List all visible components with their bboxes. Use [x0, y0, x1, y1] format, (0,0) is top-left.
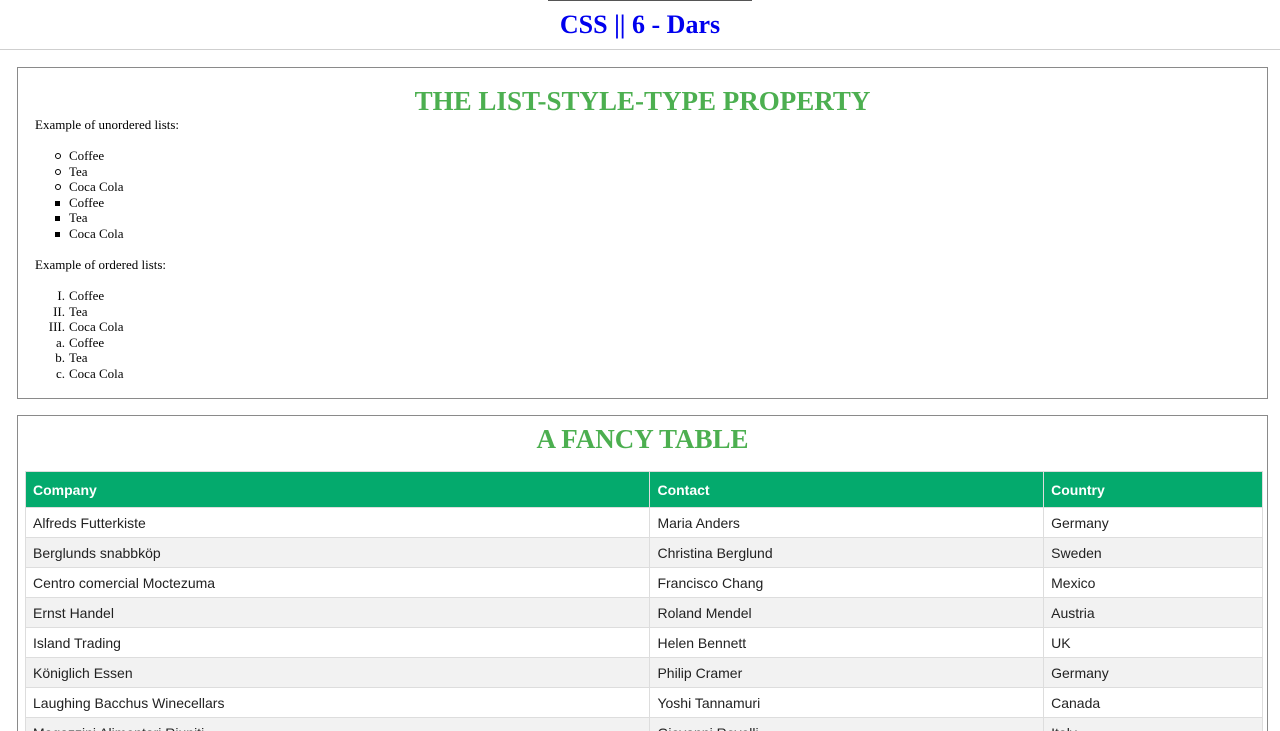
list-item-label: Tea — [69, 303, 88, 319]
ordered-lists: I. Coffee II. Tea III. Coca Cola a. Coffee b. Tea… — [18, 288, 124, 381]
table-header-row: Company Contact Country — [24, 471, 1263, 508]
list-item: Tea — [18, 164, 124, 180]
list-item: Coca Cola — [18, 179, 124, 195]
cell-country: Austria — [1043, 597, 1263, 628]
list-item: b. Tea — [18, 350, 124, 366]
list-marker: b. — [55, 350, 65, 365]
list-item-label: Coca Cola — [69, 365, 124, 381]
cell-company: Alfreds Futterkiste — [24, 507, 651, 538]
page-title: CSS || 6 - Dars — [559, 10, 721, 39]
unordered-lists: Coffee Tea Coca Cola Coffee Tea Coca Cola — [18, 148, 124, 241]
cell-contact: Helen Bennett — [649, 627, 1045, 658]
fancy-table-heading: A FANCY TABLE — [536, 424, 749, 454]
cell-contact: Christina Berglund — [649, 537, 1045, 568]
table-row: Island Trading Helen Bennett UK — [24, 627, 1263, 658]
table-row: Alfreds Futterkiste Maria Anders Germany — [24, 507, 1263, 538]
cell-company: Magazzini Alimentari Riuniti — [24, 717, 651, 731]
table-row: Centro comercial Moctezuma Francisco Chan… — [24, 567, 1263, 598]
cell-country: Italy — [1043, 717, 1263, 731]
cell-contact: Francisco Chang — [649, 567, 1045, 598]
list-item: II. Tea — [18, 304, 124, 320]
list-style-heading: THE LIST-STYLE-TYPE PROPERTY — [414, 86, 871, 116]
cell-company: Königlich Essen — [24, 657, 651, 688]
list-item: Coca Cola — [18, 226, 124, 242]
list-item: Coffee — [18, 195, 124, 211]
list-item-label: Tea — [69, 210, 88, 225]
list-item-label: Tea — [69, 163, 88, 179]
list-item-label: Coffee — [69, 288, 105, 303]
unordered-caption: Example of unordered lists: — [35, 117, 180, 132]
list-marker: c. — [55, 365, 65, 381]
cell-company: Laughing Bacchus Winecellars — [24, 687, 651, 718]
cell-contact: Maria Anders — [649, 507, 1045, 538]
cell-company: Centro comercial Moctezuma — [24, 567, 651, 598]
list-item: Coffee — [18, 148, 124, 164]
customers-table: Company Contact Country Alfreds Futterki… — [24, 471, 1263, 731]
cell-company: Berglunds snabbköp — [24, 537, 651, 568]
cell-company: Ernst Handel — [24, 597, 651, 628]
table-row: Laughing Bacchus Winecellars Yoshi Tannam… — [24, 687, 1263, 718]
cell-country: Sweden — [1043, 537, 1263, 568]
title-divider — [0, 49, 1280, 50]
list-item: I. Coffee — [18, 288, 124, 304]
list-item-label: Coffee — [69, 334, 105, 350]
cell-contact: Philip Cramer — [649, 657, 1045, 688]
cell-contact: Roland Mendel — [649, 597, 1045, 628]
list-item: a. Coffee — [18, 335, 124, 351]
fancy-table-panel: A FANCY TABLE Company Contact Country Al… — [17, 415, 1268, 731]
table-row: Ernst Handel Roland Mendel Austria — [24, 597, 1263, 628]
list-item-label: Tea — [69, 350, 88, 365]
cell-country: Germany — [1043, 507, 1263, 538]
list-item-label: Coca Cola — [69, 319, 124, 334]
list-item-label: Coca Cola — [69, 179, 124, 194]
list-marker: I. — [57, 288, 65, 303]
column-header-country: Country — [1043, 471, 1263, 508]
list-item-label: Coffee — [69, 194, 105, 210]
table-row: Magazzini Alimentari RiunitiGiovanni Rov… — [24, 717, 1263, 731]
table-row: Berglunds snabbköp Christina Berglund Swed… — [24, 537, 1263, 568]
column-header-company: Company — [24, 471, 651, 508]
top-divider — [548, 0, 752, 1]
list-marker: a. — [55, 334, 65, 350]
list-item-label: Coffee — [69, 148, 105, 163]
cell-country: Canada — [1043, 687, 1263, 718]
cell-contact: Giovanni Rovelli — [649, 717, 1045, 731]
table-row: Königlich Essen Philip Cramer Germany — [24, 657, 1263, 688]
list-item: c. Coca Cola — [18, 366, 124, 382]
cell-company: Island Trading — [24, 627, 651, 658]
list-item: III. Coca Cola — [18, 319, 124, 335]
column-header-contact: Contact — [649, 471, 1045, 508]
cell-country: UK — [1043, 627, 1263, 658]
list-item-label: Coca Cola — [69, 225, 124, 241]
cell-country: Germany — [1043, 657, 1263, 688]
list-marker: II. — [53, 303, 65, 319]
list-style-panel: THE LIST-STYLE-TYPE PROPERTY Example of … — [17, 67, 1268, 399]
list-item: Tea — [18, 210, 124, 226]
list-marker: III. — [48, 319, 65, 334]
ordered-caption: Example of ordered lists: — [35, 257, 167, 272]
cell-contact: Yoshi Tannamuri — [649, 687, 1045, 718]
cell-country: Mexico — [1043, 567, 1263, 598]
